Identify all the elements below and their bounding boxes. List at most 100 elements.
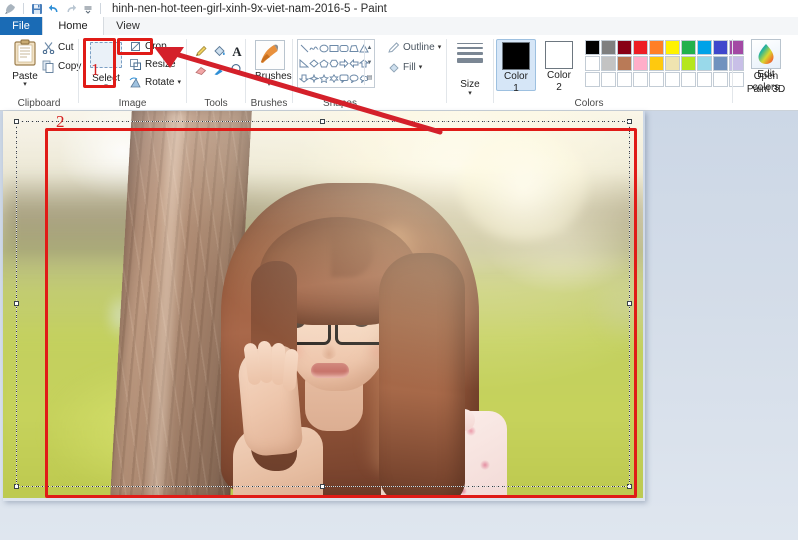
palette-swatch-r1-c8[interactable] (697, 40, 712, 55)
quick-access-toolbar (0, 0, 104, 17)
size-dropdown-icon[interactable]: ▾ (447, 89, 493, 97)
shape-pentagon[interactable] (319, 56, 329, 71)
shape-oval[interactable] (319, 41, 329, 56)
color-palette[interactable] (585, 40, 744, 87)
color-1-button[interactable]: Color 1 (496, 39, 536, 91)
palette-swatch-r2-c7[interactable] (681, 56, 696, 71)
shape-rectangle[interactable] (329, 41, 339, 56)
shape-polygon[interactable] (349, 41, 359, 56)
tab-view[interactable]: View (102, 17, 154, 35)
customize-qat-icon[interactable] (80, 1, 95, 16)
undo-icon[interactable] (46, 1, 61, 16)
copy-button[interactable]: Copy (42, 60, 81, 73)
fill-dropdown-icon[interactable]: ▾ (419, 65, 423, 70)
palette-swatch-r1-c7[interactable] (681, 40, 696, 55)
rotate-dropdown-icon[interactable]: ▾ (177, 80, 181, 85)
palette-swatch-r3-c6[interactable] (665, 72, 680, 87)
selection-handle-top-right[interactable] (627, 119, 632, 124)
shape-down-arrow[interactable] (299, 71, 309, 86)
magnifier-icon[interactable] (228, 61, 245, 78)
palette-swatch-r3-c7[interactable] (681, 72, 696, 87)
outline-button[interactable]: Outline ▾ (387, 41, 441, 54)
color-2-button[interactable]: Color 2 (539, 39, 579, 91)
shapes-gallery[interactable]: ▲ ▼ ▤ (297, 39, 375, 88)
palette-swatch-r3-c4[interactable] (633, 72, 648, 87)
palette-swatch-r2-c4[interactable] (633, 56, 648, 71)
shape-left-arrow[interactable] (349, 56, 359, 71)
shapes-scrollbar[interactable]: ▲ ▼ ▤ (364, 40, 374, 85)
palette-swatch-r3-c9[interactable] (713, 72, 728, 87)
palette-swatch-r1-c6[interactable] (665, 40, 680, 55)
fill-button[interactable]: Fill ▾ (387, 61, 422, 74)
rotate-button[interactable]: Rotate ▾ (129, 76, 181, 89)
palette-swatch-r2-c3[interactable] (617, 56, 632, 71)
shape-six-point-star[interactable] (329, 71, 339, 86)
shape-rounded-callout[interactable] (339, 71, 349, 86)
qat-divider-2 (100, 3, 101, 14)
shape-right-arrow[interactable] (339, 56, 349, 71)
brushes-button[interactable]: Brushes ▾ (255, 40, 283, 87)
eraser-icon[interactable] (192, 61, 209, 78)
cut-button[interactable]: Cut (42, 41, 74, 54)
palette-swatch-r3-c1[interactable] (585, 72, 600, 87)
palette-swatch-r3-c3[interactable] (617, 72, 632, 87)
shape-four-point-star[interactable] (309, 71, 319, 86)
palette-swatch-r3-c8[interactable] (697, 72, 712, 87)
color-2-swatch (545, 41, 573, 69)
palette-swatch-r2-c9[interactable] (713, 56, 728, 71)
palette-swatch-r1-c9[interactable] (713, 40, 728, 55)
copy-icon (42, 60, 55, 73)
fill-with-color-icon[interactable] (210, 42, 227, 59)
open-paint3d-button[interactable]: Open Paint 3D (744, 39, 788, 95)
resize-label: Resize (145, 59, 176, 70)
size-button[interactable] (457, 43, 483, 66)
palette-swatch-r3-c5[interactable] (649, 72, 664, 87)
paint3d-icon (751, 39, 781, 69)
palette-swatch-r3-c2[interactable] (601, 72, 616, 87)
shapes-scroll-up-icon[interactable]: ▲ (367, 45, 373, 51)
shape-five-point-star[interactable] (319, 71, 329, 86)
shape-line[interactable] (299, 41, 309, 56)
selection-handle-middle-left[interactable] (14, 301, 19, 306)
size-line-1 (457, 43, 483, 44)
shape-hexagon[interactable] (329, 56, 339, 71)
palette-swatch-r2-c6[interactable] (665, 56, 680, 71)
paste-button[interactable]: Paste ▾ (8, 39, 42, 87)
save-icon[interactable] (29, 1, 44, 16)
brush-icon (255, 40, 285, 70)
palette-swatch-r1-c1[interactable] (585, 40, 600, 55)
text-icon[interactable]: A (228, 42, 245, 59)
resize-button[interactable]: Resize (129, 58, 176, 71)
window-title: hinh-nen-hot-teen-girl-xinh-9x-viet-nam-… (112, 3, 387, 15)
pencil-icon[interactable] (192, 42, 209, 59)
palette-swatch-r1-c3[interactable] (617, 40, 632, 55)
shapes-grid (299, 41, 365, 86)
palette-swatch-r2-c1[interactable] (585, 56, 600, 71)
palette-swatch-r2-c8[interactable] (697, 56, 712, 71)
shape-curve[interactable] (309, 41, 319, 56)
shape-diamond[interactable] (309, 56, 319, 71)
selection-handle-bottom-left[interactable] (14, 484, 19, 489)
shape-oval-callout[interactable] (349, 71, 359, 86)
selection-handle-top-center[interactable] (320, 119, 325, 124)
palette-swatch-r2-c5[interactable] (649, 56, 664, 71)
shape-rounded-rectangle[interactable] (339, 41, 349, 56)
size-line-3 (457, 52, 483, 55)
ribbon-tab-strip: File Home View 3 (0, 17, 798, 36)
palette-swatch-r2-c2[interactable] (601, 56, 616, 71)
outline-dropdown-icon[interactable]: ▾ (438, 45, 442, 50)
paint-icon[interactable] (3, 1, 18, 16)
palette-swatch-r1-c5[interactable] (649, 40, 664, 55)
group-label-shapes: Shapes (293, 98, 387, 109)
paste-dropdown-icon[interactable]: ▾ (8, 82, 42, 87)
shape-right-triangle[interactable] (299, 56, 309, 71)
palette-swatch-r1-c2[interactable] (601, 40, 616, 55)
tab-file[interactable]: File (0, 17, 42, 35)
color-picker-icon[interactable] (210, 61, 227, 78)
shapes-expand-icon[interactable]: ▤ (367, 75, 373, 81)
palette-swatch-r1-c4[interactable] (633, 40, 648, 55)
brushes-dropdown-icon[interactable]: ▾ (255, 82, 283, 87)
tab-home[interactable]: Home (42, 17, 104, 35)
shapes-scroll-down-icon[interactable]: ▼ (367, 60, 373, 66)
selection-handle-top-left[interactable] (14, 119, 19, 124)
